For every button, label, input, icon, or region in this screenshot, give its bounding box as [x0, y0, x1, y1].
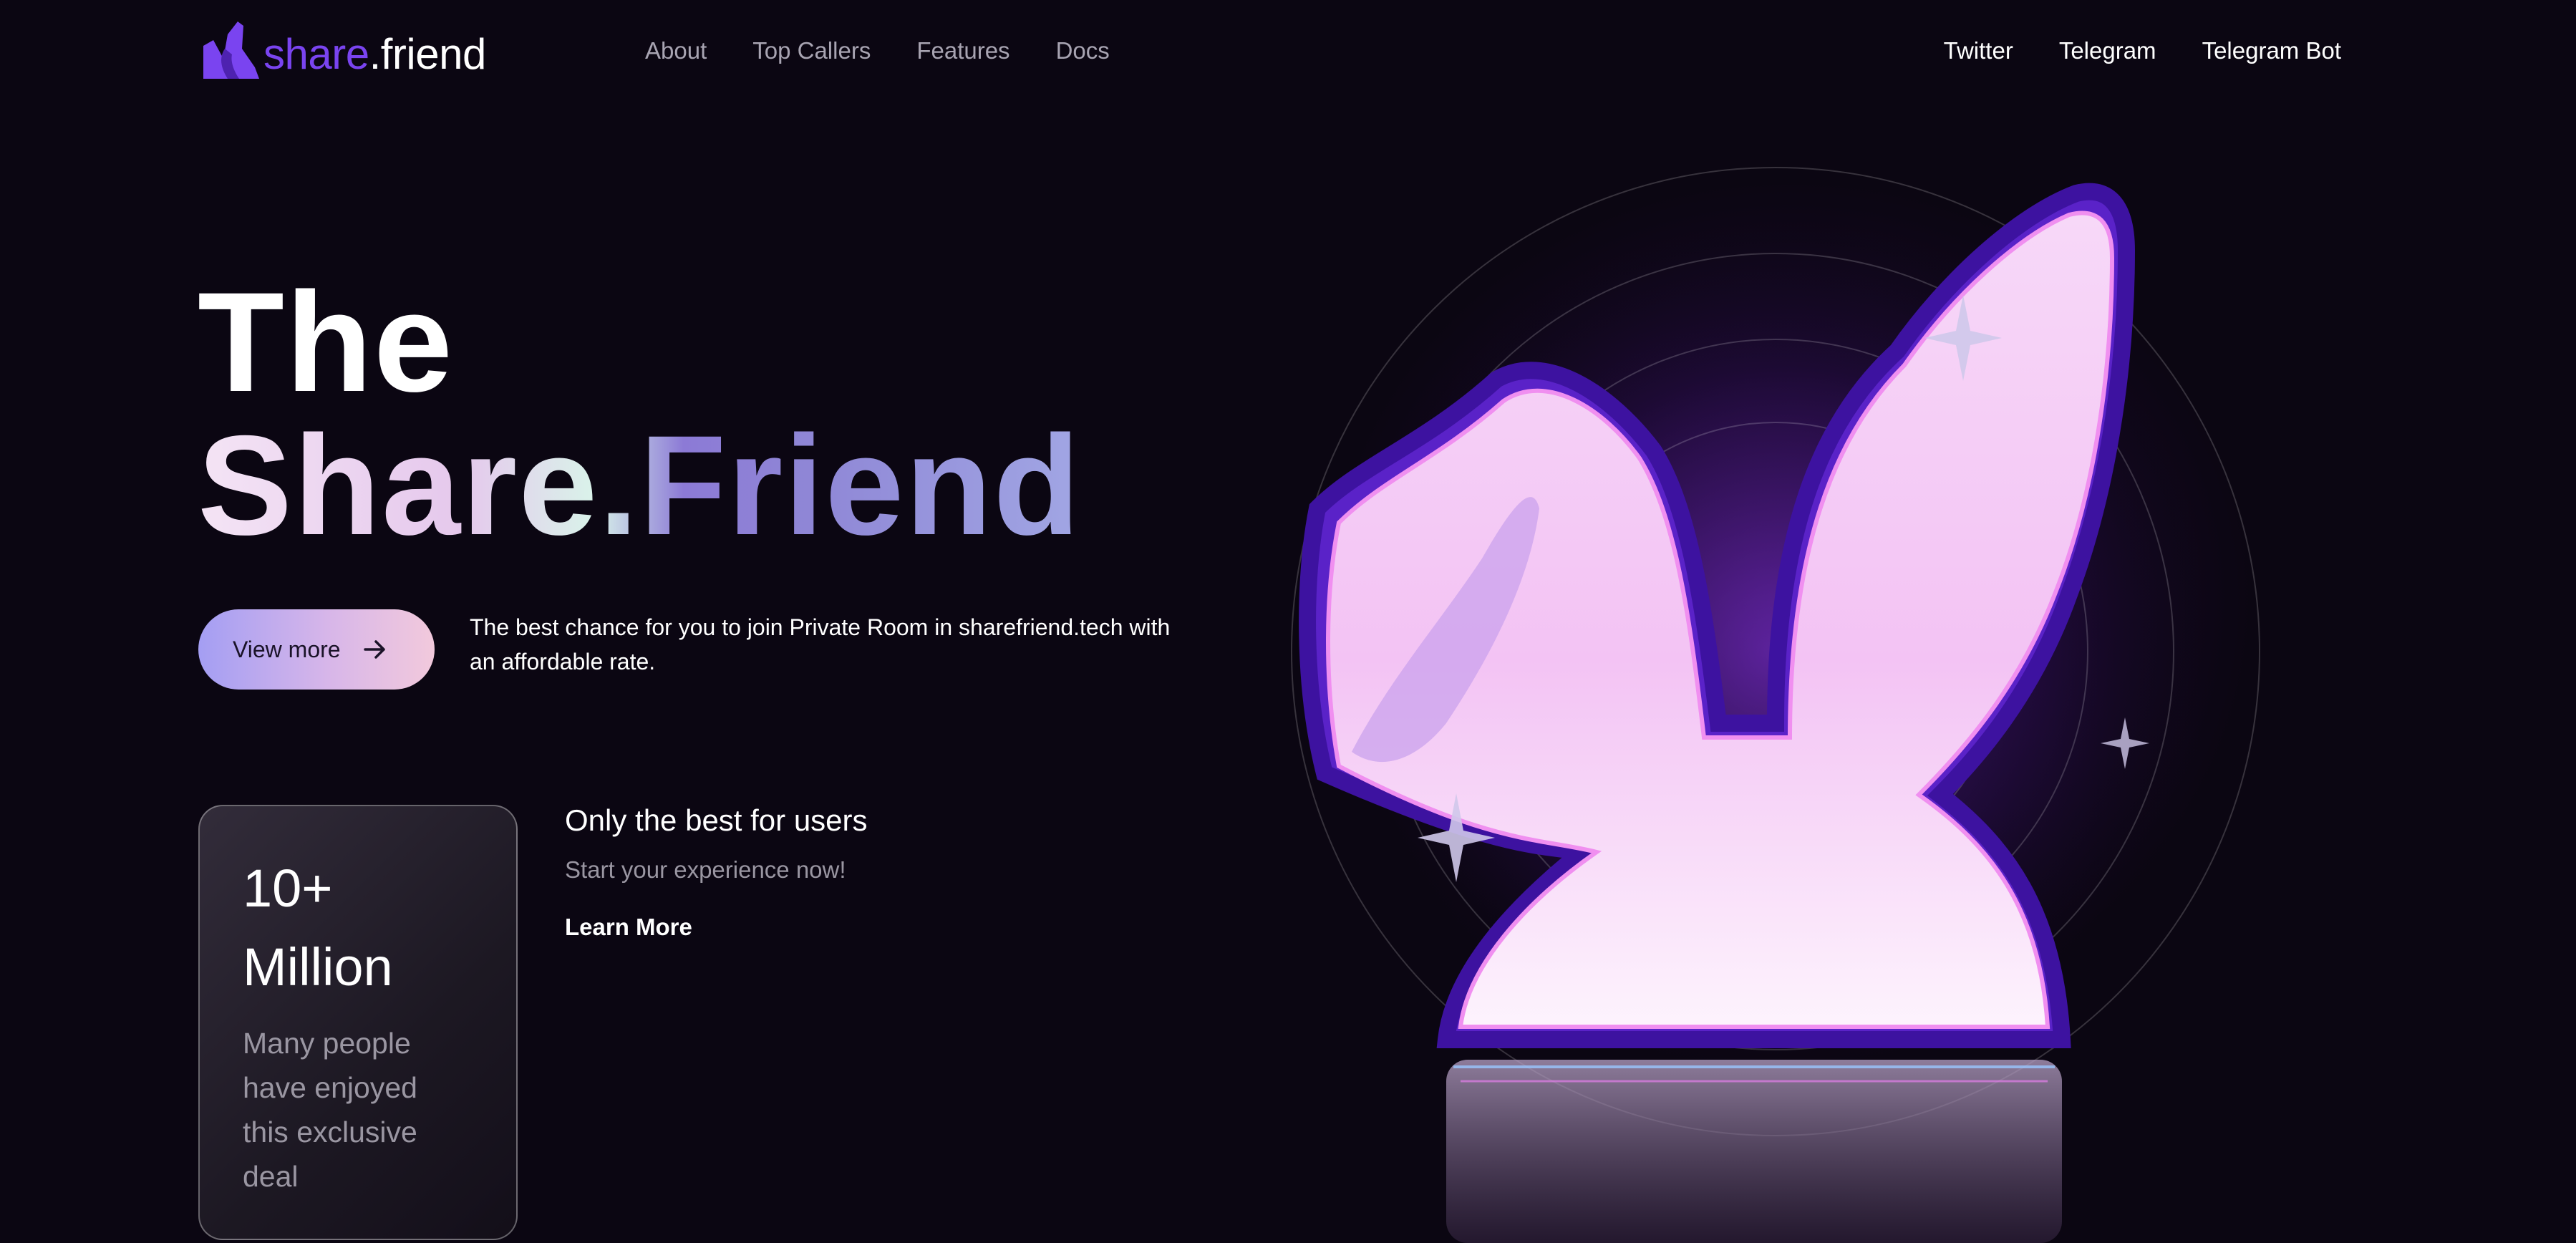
- nav-features[interactable]: Features: [916, 37, 1009, 64]
- social-nav: Twitter Telegram Telegram Bot: [1944, 37, 2341, 64]
- nav-about[interactable]: About: [645, 37, 707, 64]
- hero-title-line1: The: [198, 263, 455, 421]
- main-nav: About Top Callers Features Docs: [645, 37, 1110, 64]
- hero-description: The best chance for you to join Private …: [470, 614, 1171, 674]
- feature-subtitle: Start your experience now!: [565, 856, 846, 883]
- learn-more-link[interactable]: Learn More: [565, 914, 692, 941]
- logo[interactable]: share.friend: [199, 10, 486, 82]
- bunny-ears-icon: [203, 21, 259, 79]
- stat-description: Many people have enjoyed this exclusive …: [243, 1027, 417, 1193]
- logo-share-text: share: [263, 30, 369, 78]
- hero-title-line2: Share.Friend: [198, 406, 1082, 564]
- bunny-ears-illustration: [1291, 167, 2260, 1243]
- stat-value: 10+ Million: [243, 859, 393, 997]
- logo-friend-text: .friend: [369, 30, 487, 78]
- telegram-link[interactable]: Telegram: [2059, 37, 2156, 64]
- view-more-button[interactable]: View more: [198, 609, 435, 690]
- nav-top-callers[interactable]: Top Callers: [752, 37, 871, 64]
- arrow-right-icon: [363, 640, 385, 659]
- twitter-link[interactable]: Twitter: [1944, 37, 2013, 64]
- nav-docs[interactable]: Docs: [1056, 37, 1110, 64]
- bunny-reflection: [1446, 1060, 2062, 1243]
- hero-title: The Share.Friend: [198, 271, 1081, 557]
- telegram-bot-link[interactable]: Telegram Bot: [2202, 37, 2341, 64]
- view-more-label: View more: [233, 636, 341, 662]
- feature-title: Only the best for users: [565, 803, 868, 837]
- stat-card: 10+ Million Many people have enjoyed thi…: [198, 805, 518, 1240]
